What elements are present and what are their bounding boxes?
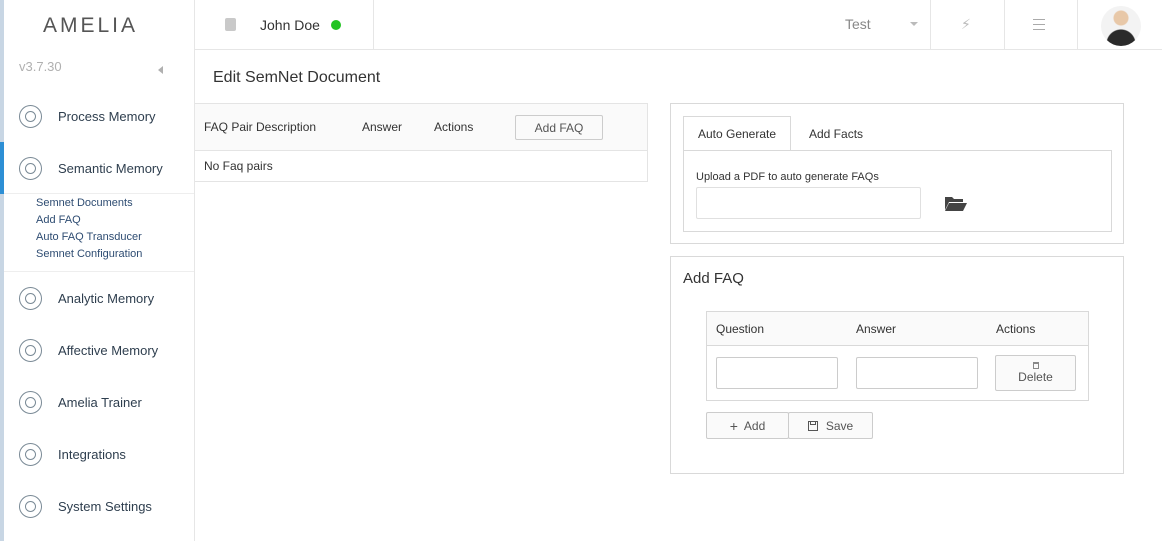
sidebar-item-label: Integrations [58,446,126,462]
column-header-question: Question [716,322,765,336]
add-label: Add [743,418,766,433]
divider [1077,0,1078,50]
affective-memory-icon [19,338,42,362]
column-header-actions: Actions [996,322,1036,336]
submenu-item-auto-faq-transducer[interactable]: Auto FAQ Transducer [36,229,142,246]
sidebar-item-label: System Settings [58,498,152,514]
app-version: v3.7.30 [19,59,62,74]
system-settings-icon [19,494,42,518]
divider [373,0,374,50]
tab-content: Upload a PDF to auto generate FAQs [683,150,1112,232]
submenu-item-semnet-documents[interactable]: Semnet Documents [36,195,142,212]
divider [930,0,931,50]
sidebar-item-amelia-trainer[interactable]: Amelia Trainer [0,376,194,428]
submenu-item-add-faq[interactable]: Add FAQ [36,212,142,229]
top-bar: John Doe Test ⚡︎ [195,0,1162,50]
table-header: FAQ Pair Description Answer Actions Add … [195,104,647,151]
amelia-trainer-icon [19,390,42,414]
folder-open-icon[interactable] [944,195,968,211]
answer-input[interactable] [856,357,978,389]
sidebar-item-analytic-memory[interactable]: Analytic Memory [0,272,194,324]
sidebar: AMELIA v3.7.30 Process Memory Semantic M… [0,0,195,541]
auto-generate-panel: Auto Generate Add Facts Upload a PDF to … [670,103,1124,244]
sidebar-item-affective-memory[interactable]: Affective Memory [0,324,194,376]
sidebar-item-semantic-memory[interactable]: Semantic Memory [0,142,194,194]
sidebar-item-label: Amelia Trainer [58,394,142,410]
save-label: Save [825,418,854,433]
add-faq-panel: Add FAQ Question Answer Actions Delete +… [670,256,1124,474]
add-row-button[interactable]: + Add [706,412,789,439]
status-indicator [331,20,341,30]
sidebar-item-label: Process Memory [58,108,156,124]
sidebar-item-system-settings[interactable]: System Settings [0,480,194,532]
tab-auto-generate[interactable]: Auto Generate [683,116,791,151]
tab-add-facts[interactable]: Add Facts [809,127,863,141]
divider [1004,0,1005,50]
integrations-icon [19,442,42,466]
add-faq-table: Question Answer Actions Delete [706,311,1089,401]
sidebar-item-label: Affective Memory [58,342,159,358]
semantic-memory-icon [19,156,42,180]
delete-button[interactable]: Delete [995,355,1076,391]
lightning-icon[interactable]: ⚡︎ [961,16,971,33]
trash-icon [1032,362,1039,369]
upload-label: Upload a PDF to auto generate FAQs [696,171,879,183]
sidebar-item-label: Semantic Memory [58,160,163,176]
question-input[interactable] [716,357,838,389]
submenu-item-semnet-configuration[interactable]: Semnet Configuration [36,246,142,263]
analytic-memory-icon [19,286,42,310]
save-button[interactable]: Save [788,412,873,439]
column-header-answer: Answer [856,322,897,336]
page-title: Edit SemNet Document [213,69,381,86]
user-name[interactable]: John Doe [260,17,320,33]
column-header-faq-pair: FAQ Pair Description [204,120,317,134]
divider [4,193,194,194]
process-memory-icon [19,104,42,128]
add-faq-button[interactable]: Add FAQ [515,115,603,140]
menu-icon[interactable] [1033,19,1045,34]
delete-label: Delete [1018,370,1053,384]
environment-select[interactable]: Test [845,16,871,32]
sidebar-item-process-memory[interactable]: Process Memory [0,90,194,142]
save-icon [807,420,818,431]
column-header-answer: Answer [362,120,403,134]
table-header: Question Answer Actions [707,312,1088,346]
empty-state-text: No Faq pairs [204,159,273,173]
collapse-sidebar-icon[interactable] [158,66,163,74]
sidebar-item-integrations[interactable]: Integrations [0,428,194,480]
semantic-submenu: Semnet Documents Add FAQ Auto FAQ Transd… [36,195,142,263]
section-title: Add FAQ [683,270,744,287]
avatar[interactable] [1101,6,1141,46]
sidebar-item-label: Analytic Memory [58,290,155,306]
plus-icon: + [729,417,738,434]
app-logo[interactable]: AMELIA [43,14,138,38]
user-icon [225,18,236,31]
pdf-upload-field[interactable] [696,187,921,219]
faq-pairs-table: FAQ Pair Description Answer Actions Add … [195,103,648,182]
chevron-down-icon[interactable] [910,22,918,26]
column-header-actions: Actions [434,120,474,134]
